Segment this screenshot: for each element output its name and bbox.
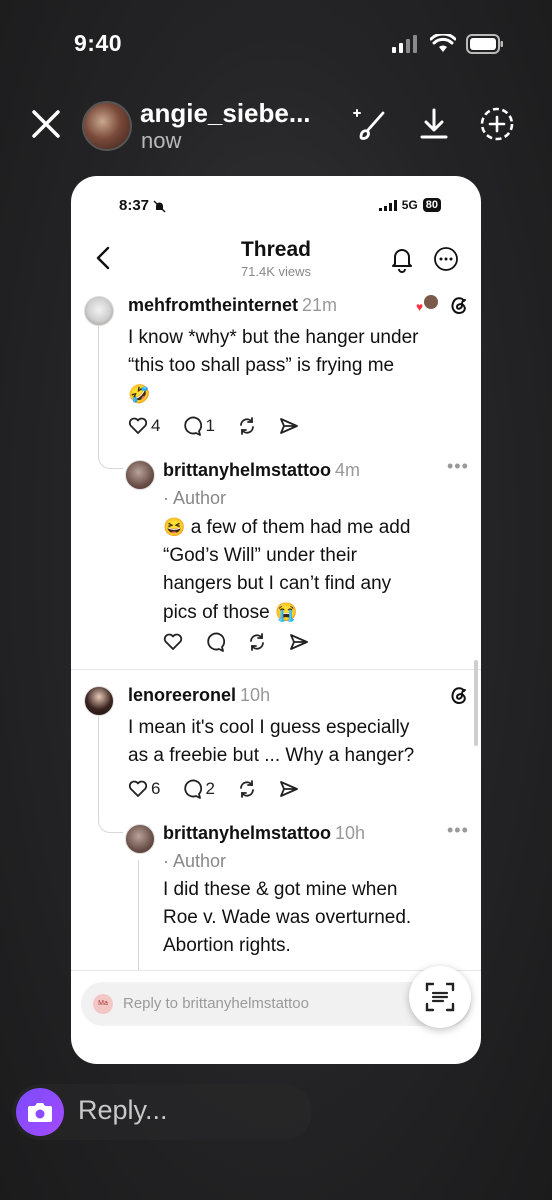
battery-icon (466, 34, 503, 54)
avatar[interactable] (84, 686, 114, 716)
reply-button[interactable]: 1 (182, 416, 215, 436)
author-badge: · Author (163, 488, 227, 508)
thread-connector (98, 716, 123, 833)
thread-connector (98, 326, 123, 469)
repost-icon (240, 780, 254, 798)
post-username[interactable]: brittanyhelmstattoo 10h (163, 823, 365, 844)
post-username[interactable]: mehfromtheinternet 21m (128, 295, 337, 316)
heart-icon (128, 780, 148, 797)
heart-icon (128, 417, 148, 434)
send-icon (290, 634, 308, 650)
share-button[interactable] (279, 780, 299, 798)
scan-text-button[interactable] (409, 966, 471, 1028)
like-button[interactable]: 4 (128, 416, 160, 436)
story-timestamp: now (141, 128, 182, 153)
comment-icon (184, 779, 203, 799)
share-button[interactable] (289, 633, 309, 651)
reply-button[interactable] (205, 632, 225, 652)
repost-icon (240, 417, 254, 435)
post-username[interactable]: brittanyhelmstattoo 4m (163, 460, 360, 481)
thread-connector (138, 860, 139, 970)
camera-icon (28, 1103, 52, 1122)
card-status-icons: 5G 80 (378, 198, 441, 212)
scrollbar[interactable] (474, 660, 478, 746)
threads-logo-icon (451, 687, 466, 705)
status-time: 9:40 (74, 30, 123, 56)
card-signal-icon (378, 199, 397, 211)
repost-icon (250, 633, 264, 651)
share-button[interactable] (279, 417, 299, 435)
comment-icon (207, 632, 225, 652)
signal-icon (392, 35, 417, 53)
avatar[interactable] (84, 296, 114, 326)
author-badge: · Author (163, 851, 227, 871)
post-text: 😆 a few of them had me add “God’s Will” … (163, 517, 411, 623)
more-options-icon[interactable] (433, 246, 459, 272)
comment-icon (184, 416, 203, 436)
card-status-time: 8:37 (119, 197, 166, 214)
reply-placeholder[interactable]: Reply to brittanyhelmstattoo (123, 995, 309, 1012)
close-icon[interactable] (28, 106, 64, 142)
view-count: 71.4K views (240, 264, 312, 279)
send-icon (280, 781, 298, 797)
reply-button[interactable]: 2 (182, 779, 215, 799)
post-actions (163, 632, 331, 652)
post-more-icon[interactable]: ••• (447, 456, 469, 477)
post-more-icon[interactable]: ••• (447, 820, 469, 841)
status-icons (392, 34, 504, 54)
divider (71, 669, 481, 670)
like-button[interactable] (163, 633, 183, 651)
avatar[interactable] (125, 460, 155, 490)
send-icon (280, 418, 298, 434)
story-avatar[interactable] (82, 101, 132, 151)
bell-slash-icon (153, 200, 166, 213)
page-title: Thread (240, 238, 311, 261)
card-battery: 80 (422, 198, 441, 212)
post-username[interactable]: lenoreeronel 10h (128, 685, 270, 706)
like-button[interactable]: 6 (128, 779, 160, 799)
network-label: 5G (401, 198, 418, 212)
download-icon[interactable] (414, 104, 454, 144)
post-text: I mean it's cool I guess especially as a… (128, 717, 415, 766)
heart-icon (163, 633, 183, 650)
avatar[interactable] (125, 824, 155, 854)
post-text: I know *why* but the hanger under “this … (128, 327, 419, 404)
post-actions: 4 1 (128, 416, 321, 436)
repost-button[interactable] (247, 632, 267, 652)
camera-button[interactable] (16, 1088, 64, 1136)
story-username[interactable]: angie_siebe... (140, 98, 311, 129)
add-sticker-icon[interactable] (477, 104, 517, 144)
post-text: I did these & got mine when Roe v. Wade … (163, 879, 412, 956)
brush-icon[interactable] (352, 104, 392, 144)
shared-post-screenshot[interactable]: 8:37 5G 80 Thread 71.4K views mehfromthe… (71, 176, 481, 1064)
avatar: Ma (93, 994, 113, 1014)
repost-button[interactable] (237, 779, 257, 799)
wifi-icon (430, 34, 456, 52)
repost-button[interactable] (237, 416, 257, 436)
liked-avatar-badge: ♥ (416, 295, 438, 315)
reply-input[interactable]: Reply... (78, 1095, 168, 1126)
bell-icon[interactable] (389, 245, 415, 273)
post-actions: 6 2 (128, 779, 321, 799)
scan-text-icon (425, 982, 455, 1012)
threads-logo-icon (451, 297, 466, 315)
